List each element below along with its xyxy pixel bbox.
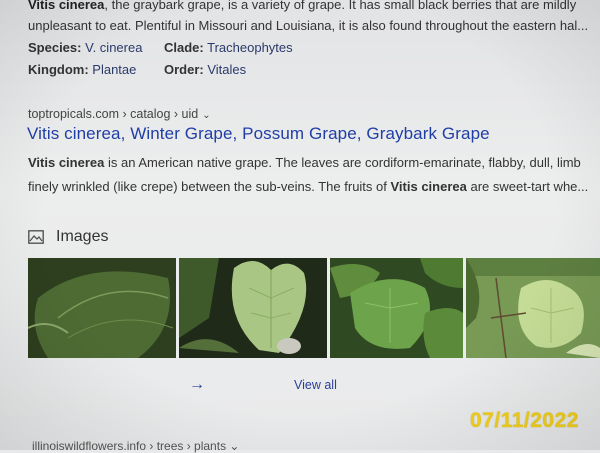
result-description: Vitis cinerea is an American native grap… — [28, 155, 589, 194]
view-all-link[interactable]: View all — [294, 378, 337, 392]
leaf-photo-2[interactable] — [179, 258, 327, 358]
result-title-link[interactable]: Vitis cinerea, Winter Grape, Possum Grap… — [27, 124, 490, 144]
chevron-down-icon[interactable]: ⌄ — [226, 439, 239, 453]
image-thumbnails — [28, 258, 600, 358]
order-link[interactable]: Vitales — [207, 62, 246, 77]
image-icon — [28, 230, 44, 244]
view-all-row: → View all — [0, 376, 600, 396]
arrow-right-icon[interactable]: → — [189, 376, 205, 394]
chevron-down-icon[interactable]: ⌄ — [202, 110, 210, 121]
fact-species: Species: V. cinerea — [28, 40, 143, 55]
snippet-bold-term: Vitis cinerea — [28, 0, 105, 12]
previous-result-snippet: Vitis cinerea, the graybark grape, is a … — [28, 0, 600, 36]
clade-link[interactable]: Tracheophytes — [207, 40, 293, 55]
fact-clade: Clade: Tracheophytes — [164, 40, 293, 55]
next-result-breadcrumb[interactable]: illinoiswildflowers.info › trees › plant… — [32, 439, 239, 453]
photo-date-stamp: 07/11/2022 — [470, 409, 579, 432]
kingdom-link[interactable]: Plantae — [92, 62, 136, 77]
species-link[interactable]: V. cinerea — [85, 40, 142, 55]
images-heading: Images — [56, 228, 109, 245]
images-section-header: Images — [28, 228, 108, 246]
fact-kingdom: Kingdom: Plantae — [28, 62, 137, 77]
search-results-page: Vitis cinerea, the graybark grape, is a … — [0, 0, 600, 453]
fact-order: Order: Vitales — [164, 62, 247, 77]
leaf-photo-3[interactable] — [330, 258, 463, 358]
leaf-photo-4[interactable] — [466, 258, 600, 358]
leaf-photo-1[interactable] — [28, 258, 176, 358]
result-breadcrumb[interactable]: toptropicals.com › catalog › uid ⌄ — [28, 107, 211, 121]
